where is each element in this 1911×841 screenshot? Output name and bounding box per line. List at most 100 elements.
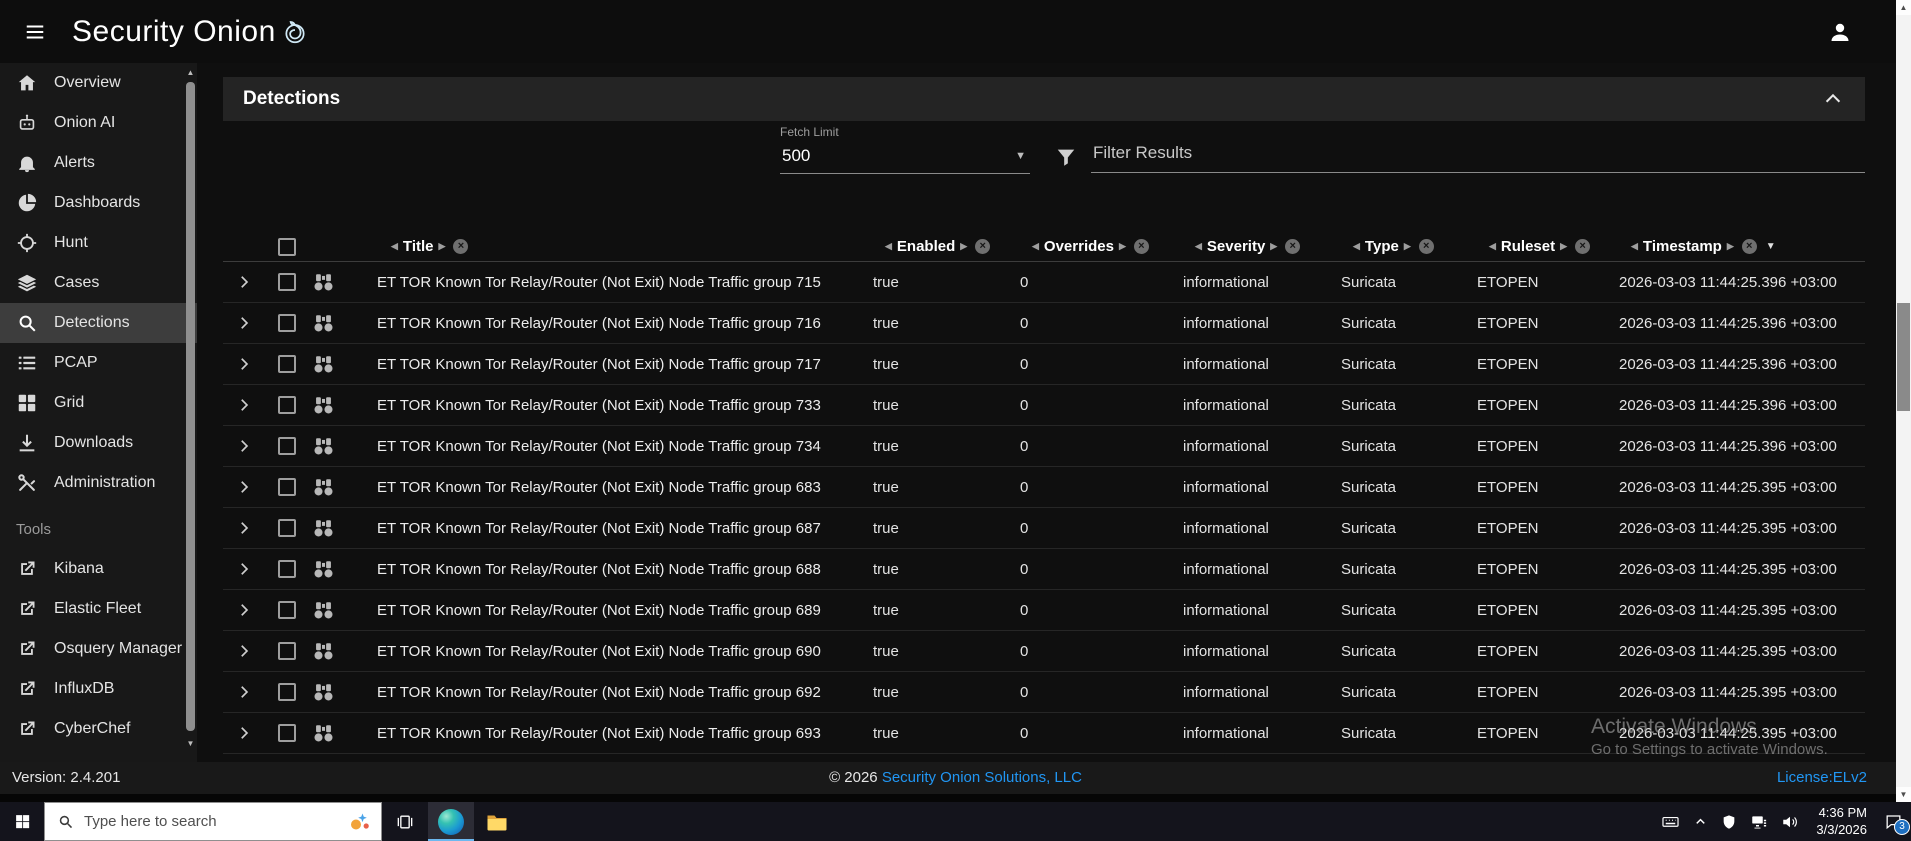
sidebar-item-osquery-manager[interactable]: Osquery Manager	[0, 629, 197, 669]
column-header-ruleset[interactable]: ◀ Ruleset ▶ ×	[1473, 238, 1615, 255]
table-row[interactable]: ET TOR Known Tor Relay/Router (Not Exit)…	[223, 303, 1865, 344]
sidebar-item-downloads[interactable]: Downloads	[0, 423, 197, 463]
table-row[interactable]: ET TOR Known Tor Relay/Router (Not Exit)…	[223, 672, 1865, 713]
move-right-icon[interactable]: ▶	[1727, 241, 1734, 252]
menu-toggle-button[interactable]	[14, 11, 56, 53]
row-checkbox[interactable]	[278, 396, 296, 414]
view-detection-button[interactable]	[305, 518, 357, 539]
row-checkbox[interactable]	[278, 355, 296, 373]
column-header-severity[interactable]: ◀ Severity ▶ ×	[1179, 238, 1337, 255]
view-detection-button[interactable]	[305, 395, 357, 416]
view-detection-button[interactable]	[305, 272, 357, 293]
sidebar-item-alerts[interactable]: Alerts	[0, 143, 197, 183]
detections-panel-header[interactable]: Detections	[223, 77, 1865, 121]
sidebar-scrollbar[interactable]: ▲ ▼	[186, 66, 195, 759]
move-left-icon[interactable]: ◀	[885, 241, 892, 252]
view-detection-button[interactable]	[305, 436, 357, 457]
move-left-icon[interactable]: ◀	[1631, 241, 1638, 252]
scroll-up-icon[interactable]: ▲	[1896, 0, 1911, 15]
remove-column-icon[interactable]: ×	[1741, 239, 1757, 254]
table-row[interactable]: ET TOR Known Tor Relay/Router (Not Exit)…	[223, 344, 1865, 385]
fetch-limit-select[interactable]: Fetch Limit 500 ▼	[780, 125, 1030, 174]
view-detection-button[interactable]	[305, 354, 357, 375]
remove-column-icon[interactable]: ×	[1285, 239, 1301, 254]
logo[interactable]: Security Onion	[72, 15, 308, 49]
move-right-icon[interactable]: ▶	[1270, 241, 1277, 252]
row-expand-button[interactable]	[223, 314, 269, 332]
view-detection-button[interactable]	[305, 559, 357, 580]
edge-browser-button[interactable]	[428, 802, 474, 841]
row-expand-button[interactable]	[223, 355, 269, 373]
row-expand-button[interactable]	[223, 724, 269, 742]
row-checkbox[interactable]	[278, 273, 296, 291]
sort-desc-icon[interactable]: ▼	[1766, 241, 1776, 252]
row-checkbox[interactable]	[278, 314, 296, 332]
row-expand-button[interactable]	[223, 683, 269, 701]
sidebar-item-dashboards[interactable]: Dashboards	[0, 183, 197, 223]
security-shield-icon[interactable]	[1721, 814, 1737, 830]
remove-column-icon[interactable]: ×	[1133, 239, 1149, 254]
view-detection-button[interactable]	[305, 682, 357, 703]
sidebar-item-cases[interactable]: Cases	[0, 263, 197, 303]
row-checkbox[interactable]	[278, 683, 296, 701]
move-left-icon[interactable]: ◀	[1032, 241, 1039, 252]
row-checkbox[interactable]	[278, 601, 296, 619]
column-header-enabled[interactable]: ◀ Enabled ▶ ×	[869, 238, 1016, 255]
hidden-icons-chevron[interactable]	[1693, 814, 1708, 829]
move-left-icon[interactable]: ◀	[1353, 241, 1360, 252]
table-row[interactable]: ET TOR Known Tor Relay/Router (Not Exit)…	[223, 631, 1865, 672]
page-scrollbar-thumb[interactable]	[1897, 303, 1910, 411]
scroll-down-icon[interactable]: ▼	[1896, 787, 1911, 802]
row-checkbox[interactable]	[278, 560, 296, 578]
touch-keyboard-icon[interactable]	[1661, 812, 1680, 831]
remove-column-icon[interactable]: ×	[453, 239, 469, 254]
sidebar-item-elastic-fleet[interactable]: Elastic Fleet	[0, 589, 197, 629]
view-detection-button[interactable]	[305, 641, 357, 662]
table-row[interactable]: ET TOR Known Tor Relay/Router (Not Exit)…	[223, 713, 1865, 754]
copyright-link[interactable]: Security Onion Solutions, LLC	[882, 769, 1082, 786]
move-right-icon[interactable]: ▶	[1560, 241, 1567, 252]
sidebar-item-kibana[interactable]: Kibana	[0, 549, 197, 589]
action-center-button[interactable]: 3	[1884, 812, 1910, 835]
move-left-icon[interactable]: ◀	[391, 241, 398, 252]
sidebar-item-administration[interactable]: Administration	[0, 463, 197, 503]
page-scrollbar[interactable]: ▲ ▼	[1896, 0, 1911, 802]
remove-column-icon[interactable]: ×	[975, 239, 991, 254]
sidebar-item-pcap[interactable]: PCAP	[0, 343, 197, 383]
filter-results-input[interactable]	[1091, 137, 1865, 173]
file-explorer-button[interactable]	[474, 802, 520, 841]
row-expand-button[interactable]	[223, 601, 269, 619]
table-row[interactable]: ET TOR Known Tor Relay/Router (Not Exit)…	[223, 262, 1865, 303]
volume-icon[interactable]	[1781, 813, 1799, 831]
row-checkbox[interactable]	[278, 478, 296, 496]
collapse-panel-button[interactable]	[1819, 85, 1847, 113]
row-expand-button[interactable]	[223, 560, 269, 578]
remove-column-icon[interactable]: ×	[1575, 239, 1591, 254]
sidebar-item-hunt[interactable]: Hunt	[0, 223, 197, 263]
table-row[interactable]: ET TOR Known Tor Relay/Router (Not Exit)…	[223, 508, 1865, 549]
row-checkbox[interactable]	[278, 519, 296, 537]
sidebar-item-grid[interactable]: Grid	[0, 383, 197, 423]
move-left-icon[interactable]: ◀	[1195, 241, 1202, 252]
row-checkbox[interactable]	[278, 642, 296, 660]
row-checkbox[interactable]	[278, 724, 296, 742]
scroll-down-icon[interactable]: ▼	[186, 739, 195, 749]
license-link[interactable]: License:ELv2	[1777, 769, 1867, 786]
sidebar-item-detections[interactable]: Detections	[0, 303, 197, 343]
user-menu-button[interactable]	[1819, 11, 1861, 53]
view-detection-button[interactable]	[305, 600, 357, 621]
task-view-button[interactable]	[382, 802, 428, 841]
column-header-type[interactable]: ◀ Type ▶ ×	[1337, 238, 1473, 255]
column-header-title[interactable]: ◀ Title ▶ ×	[357, 238, 869, 255]
row-expand-button[interactable]	[223, 478, 269, 496]
select-all-checkbox[interactable]	[278, 237, 296, 256]
table-row[interactable]: ET TOR Known Tor Relay/Router (Not Exit)…	[223, 590, 1865, 631]
move-left-icon[interactable]: ◀	[1489, 241, 1496, 252]
column-header-timestamp[interactable]: ◀ Timestamp ▶ × ▼	[1615, 238, 1865, 255]
move-right-icon[interactable]: ▶	[1119, 241, 1126, 252]
move-right-icon[interactable]: ▶	[1404, 241, 1411, 252]
view-detection-button[interactable]	[305, 477, 357, 498]
row-expand-button[interactable]	[223, 396, 269, 414]
taskbar-search-box[interactable]: Type here to search	[44, 802, 382, 841]
table-row[interactable]: ET TOR Known Tor Relay/Router (Not Exit)…	[223, 467, 1865, 508]
